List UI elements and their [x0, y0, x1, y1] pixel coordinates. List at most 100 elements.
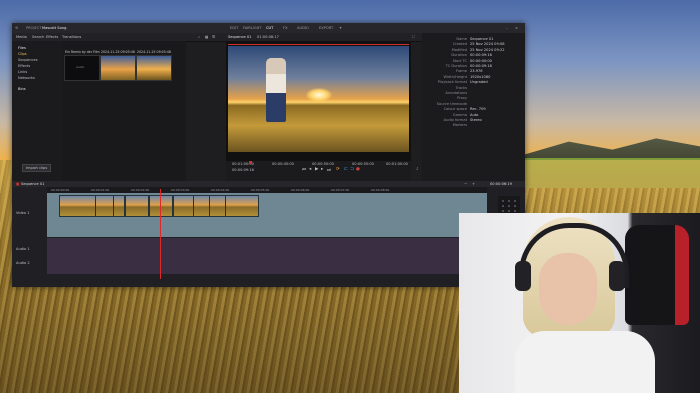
- sidebar-item-files[interactable]: Files: [18, 46, 26, 50]
- inspector-key: Markers: [452, 123, 467, 128]
- ruler-timecode: 00:00:05:00: [251, 188, 270, 192]
- ruler-timecode: 00:00:06:00: [291, 188, 310, 192]
- tab-audio[interactable]: AUDIO: [297, 26, 309, 30]
- sequence-icon: ■: [16, 182, 20, 186]
- tab-cut[interactable]: CUT: [266, 26, 273, 30]
- inspector-value: Auto: [470, 112, 479, 117]
- mixer-knob[interactable]: [514, 210, 516, 212]
- media-clip-thumbnail[interactable]: 2024-11-25 09:05:48: [136, 50, 172, 81]
- viewer-timecode: 01:00:08:17: [257, 35, 279, 39]
- timeline-timecode: 00:00:06:19: [490, 182, 512, 186]
- tab-fairlight[interactable]: FAIRLIGHT: [243, 26, 262, 30]
- mixer-knob[interactable]: [508, 210, 510, 212]
- play-icon[interactable]: ▶: [315, 167, 318, 172]
- timeline-clip[interactable]: [125, 195, 149, 217]
- mixer-knob[interactable]: [514, 200, 516, 202]
- close-icon[interactable]: ×: [515, 26, 518, 30]
- mixer-knob[interactable]: [508, 200, 510, 202]
- mixer-knob[interactable]: [502, 200, 504, 202]
- video-track[interactable]: [47, 193, 487, 237]
- back-icon[interactable]: ⟲: [15, 26, 18, 30]
- person-shirt: [515, 331, 655, 393]
- mixer-knob[interactable]: [514, 205, 516, 207]
- inspector-value: Rec. 709: [470, 107, 486, 112]
- grid-view-icon[interactable]: ▦: [205, 35, 208, 39]
- mixer-knob[interactable]: [508, 205, 510, 207]
- search-icon[interactable]: ⌕: [198, 35, 200, 39]
- preview-sun: [306, 88, 332, 102]
- inspector-key: Frame: [455, 69, 467, 74]
- minimize-icon[interactable]: –: [506, 26, 508, 30]
- fullscreen-icon[interactable]: ⛶: [412, 35, 415, 39]
- step-forward-icon[interactable]: ▸: [321, 167, 323, 172]
- inspector-key: Colour space: [443, 107, 467, 112]
- preview-viewer[interactable]: [226, 41, 411, 161]
- sidebar-item-bins[interactable]: Bins: [18, 87, 26, 91]
- transport-controls: 00:01:00:00 00:00:45:00 00:00:50:00 00:0…: [226, 161, 418, 181]
- import-clips-button[interactable]: Import clips: [22, 164, 52, 172]
- inspector-key: Gamma: [452, 112, 467, 117]
- inspector-key: Start TC: [452, 58, 467, 63]
- timeline-clip[interactable]: [95, 195, 115, 217]
- timeline-clip[interactable]: [225, 195, 259, 217]
- add-tab-icon[interactable]: +: [339, 26, 342, 30]
- skip-back-icon[interactable]: ⏮: [302, 167, 306, 173]
- timeline-panel: ■ Sequence 01 − + 00:00:06:19 00:00:00:0…: [12, 181, 525, 287]
- audio-level-icon[interactable]: ♪: [416, 167, 418, 171]
- mark-in-icon[interactable]: ⊏: [344, 167, 348, 172]
- project-title[interactable]: Mascott Song: [42, 26, 66, 30]
- inspector-value: 00:00:09:16: [470, 53, 492, 58]
- ruler-timecode: 00:00:08:00: [371, 188, 390, 192]
- ruler-timecode: 00:00:03:00: [171, 188, 190, 192]
- tab-media[interactable]: Media: [16, 35, 27, 39]
- step-back-icon[interactable]: ◂: [309, 167, 311, 172]
- media-pool: Ein Remix by der Film audio 2024-11-25 0…: [62, 41, 186, 181]
- inspector-key: Duration: [451, 53, 467, 58]
- loop-icon[interactable]: ⟳: [336, 167, 340, 172]
- tab-export[interactable]: EXPORT: [319, 26, 333, 30]
- tab-search[interactable]: Search: [32, 35, 44, 39]
- media-clip-label: 2024-11-25 09:05:48: [137, 50, 171, 54]
- timeline-clip[interactable]: [59, 195, 97, 217]
- tab-transitions[interactable]: Transitions: [62, 35, 81, 39]
- list-view-icon[interactable]: ☰: [212, 35, 215, 39]
- timeline-clip[interactable]: [173, 195, 195, 217]
- mark-out-icon[interactable]: ⊐: [350, 167, 354, 172]
- viewer-playhead[interactable]: [249, 161, 252, 164]
- zoom-out-icon[interactable]: −: [464, 182, 467, 186]
- track-label-video: Video 1: [16, 211, 30, 215]
- inspector-key: Audio format: [443, 118, 467, 122]
- headset-earcup: [609, 261, 625, 291]
- sidebar-item-sequences[interactable]: Sequences: [18, 58, 38, 62]
- mixer-knob[interactable]: [502, 205, 504, 207]
- video-editor-window: ⟲ PROJECT Mascott Song EDIT FAIRLIGHT CU…: [12, 23, 525, 287]
- tab-fx[interactable]: FX: [283, 26, 288, 30]
- timeline-clip[interactable]: [113, 195, 125, 217]
- tab-edit[interactable]: EDIT: [230, 26, 238, 30]
- inspector-key: Modified: [451, 47, 467, 52]
- sequence-label[interactable]: Sequence 01: [21, 182, 44, 186]
- viewer-timecode-marker: 00:01:00:00: [386, 162, 408, 166]
- sidebar-item-networks[interactable]: Networks: [18, 76, 35, 80]
- track-label-audio: Audio 1: [16, 247, 30, 251]
- mixer-knob[interactable]: [502, 210, 504, 212]
- inspector-key: Created: [452, 42, 467, 47]
- sidebar-item-links[interactable]: Links: [18, 70, 27, 74]
- inspector-value: 00:00:09:16: [470, 64, 492, 68]
- tab-effects[interactable]: Effects: [46, 35, 58, 39]
- timeline-playhead[interactable]: [160, 189, 161, 279]
- media-clip-thumbnail[interactable]: Ein Remix by der Film audio: [64, 50, 100, 81]
- media-clip-label: 2024-11-25 09:05:46: [101, 50, 135, 54]
- audio-track-area[interactable]: [47, 238, 487, 274]
- sidebar-item-clips[interactable]: Clips: [18, 52, 27, 56]
- record-icon[interactable]: ●: [356, 167, 360, 172]
- skip-forward-icon[interactable]: ⏭: [327, 167, 331, 173]
- timeline-clip[interactable]: [149, 195, 173, 217]
- title-bar: ⟲ PROJECT Mascott Song EDIT FAIRLIGHT CU…: [12, 23, 525, 33]
- zoom-in-icon[interactable]: +: [472, 182, 475, 186]
- sidebar-item-effects[interactable]: Effects: [18, 64, 30, 68]
- inspector-key: Source timecode: [436, 101, 467, 106]
- media-clip-label: Ein Remix by der Film: [65, 50, 100, 54]
- media-clip-thumbnail[interactable]: 2024-11-25 09:05:46: [100, 50, 136, 81]
- inspector-value: 00:00:00:00: [470, 58, 492, 63]
